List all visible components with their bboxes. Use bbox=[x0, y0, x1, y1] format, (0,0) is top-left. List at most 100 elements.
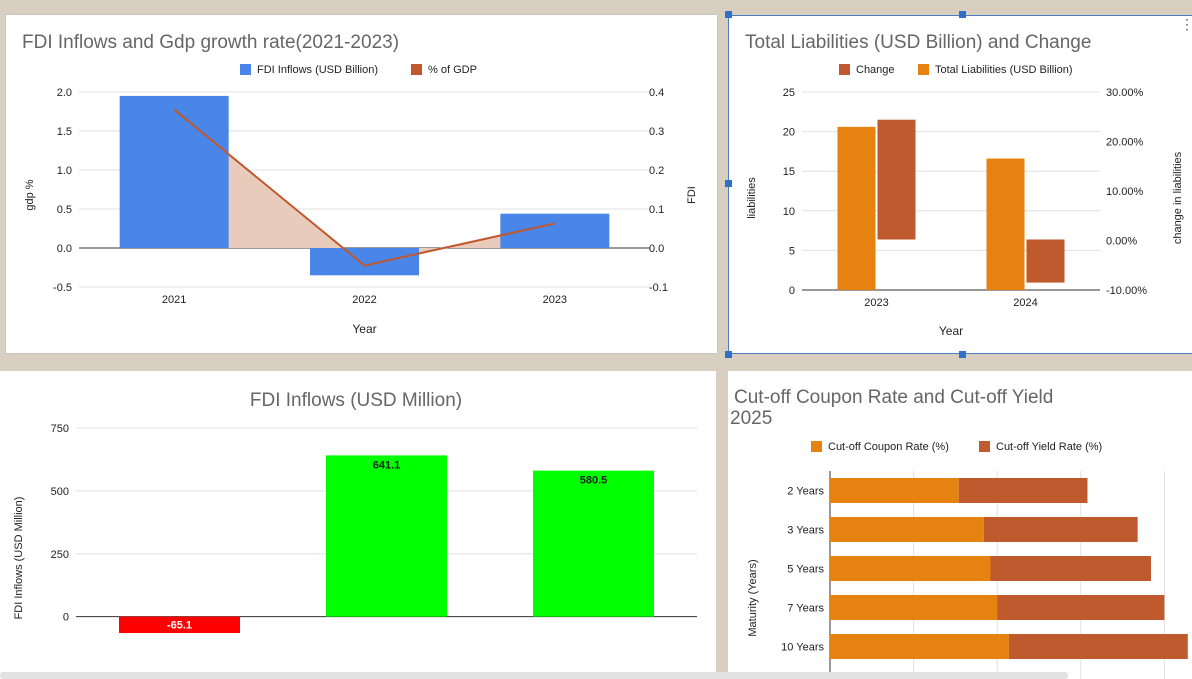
fdi-million-chart: FDI Inflows (USD Million) 750 500 250 0 -65.1… bbox=[13, 390, 697, 634]
y-tick-label: 15 bbox=[783, 166, 795, 178]
fdi-million-chart-panel[interactable]: FDI Inflows (USD Million) 750 500 250 0 -65.1… bbox=[0, 371, 716, 679]
y-tick-label: 2 Years bbox=[787, 486, 824, 498]
y-tick-label: 0.0 bbox=[57, 243, 72, 255]
resize-handle-top-left[interactable] bbox=[725, 11, 732, 18]
resize-handle-bottom-left[interactable] bbox=[725, 351, 732, 358]
y-tick-label: 0 bbox=[789, 285, 795, 297]
y-tick-label: 20 bbox=[783, 127, 795, 139]
x-axis-title: Year bbox=[352, 322, 376, 336]
legend-item-swatch bbox=[839, 64, 850, 75]
coupon-bar bbox=[830, 556, 991, 581]
y-tick-label: 0.5 bbox=[57, 204, 72, 216]
x-tick-label: 2024 bbox=[1013, 297, 1037, 309]
yield-bar bbox=[997, 595, 1165, 620]
yield-bar bbox=[958, 478, 1088, 503]
y2-tick-label: 10.00% bbox=[1106, 186, 1144, 198]
data-label: 641.1 bbox=[373, 459, 401, 471]
legend-item-swatch bbox=[979, 441, 990, 452]
coupon-bar bbox=[830, 517, 984, 542]
x-tick-label: 2021 bbox=[162, 294, 186, 306]
y-tick-label: 5 bbox=[789, 245, 795, 257]
legend-item: % of GDP bbox=[428, 64, 477, 76]
liabilities-bar bbox=[837, 126, 876, 291]
x-tick-label: 2022 bbox=[352, 294, 376, 306]
yield-bar bbox=[1008, 634, 1188, 659]
liabilities-bar bbox=[986, 158, 1025, 290]
legend-item: FDI Inflows (USD Billion) bbox=[257, 64, 378, 76]
y2-tick-label: 0.4 bbox=[649, 87, 664, 99]
gdp-area bbox=[174, 109, 555, 266]
chart-menu-icon[interactable]: ⋮ bbox=[1180, 17, 1192, 31]
liabilities-chart: Total Liabilities (USD Billion) and Chan… bbox=[745, 32, 1184, 338]
y-tick-label: -0.5 bbox=[53, 282, 72, 294]
y-axis-title: Maturity (Years) bbox=[747, 559, 759, 636]
y-tick-label: 3 Years bbox=[787, 525, 824, 537]
y2-tick-label: 30.00% bbox=[1106, 87, 1144, 99]
y2-tick-label: 0.3 bbox=[649, 126, 664, 138]
y-tick-label: 250 bbox=[51, 549, 69, 561]
y-tick-label: 0 bbox=[63, 612, 69, 624]
fdi-bar bbox=[310, 248, 419, 276]
liabilities-chart-panel[interactable]: Total Liabilities (USD Billion) and Chan… bbox=[728, 15, 1192, 354]
y2-tick-label: -0.1 bbox=[649, 282, 668, 294]
chart-title: Cut-off Coupon Rate and Cut-off Yield bbox=[734, 387, 1053, 408]
legend-item-swatch bbox=[240, 64, 251, 75]
chart-title: Total Liabilities (USD Billion) and Chan… bbox=[745, 32, 1091, 53]
coupon-bar bbox=[830, 478, 959, 503]
y2-axis-title: FDI bbox=[686, 186, 698, 204]
y-tick-label: 2.0 bbox=[57, 87, 72, 99]
y2-axis-title: change in liabilities bbox=[1172, 151, 1184, 244]
y2-tick-label: 20.00% bbox=[1106, 137, 1144, 149]
y-tick-label: 1.5 bbox=[57, 126, 72, 138]
fdi-bar bbox=[500, 213, 610, 248]
legend-item: Cut-off Yield Rate (%) bbox=[996, 441, 1102, 453]
yield-bar bbox=[983, 517, 1138, 542]
change-bar bbox=[877, 119, 916, 240]
x-tick-label: 2023 bbox=[864, 297, 888, 309]
coupon-yield-chart: Cut-off Coupon Rate and Cut-off Yield202… bbox=[730, 387, 1188, 679]
change-bar bbox=[1026, 239, 1065, 283]
fdi-gdp-chart-panel[interactable]: FDI Inflows and Gdp growth rate(2021-202… bbox=[5, 14, 718, 354]
legend-item-swatch bbox=[811, 441, 822, 452]
fdi-gdp-chart: FDI Inflows and Gdp growth rate(2021-202… bbox=[22, 32, 698, 336]
legend-item: Cut-off Coupon Rate (%) bbox=[828, 441, 949, 453]
resize-handle-bottom[interactable] bbox=[959, 351, 966, 358]
y-tick-label: 5 Years bbox=[787, 564, 824, 576]
legend-item-swatch bbox=[918, 64, 929, 75]
y2-tick-label: 0.0 bbox=[649, 243, 664, 255]
y-tick-label: 1.0 bbox=[57, 165, 72, 177]
x-axis-title: Year bbox=[939, 324, 963, 338]
resize-handle-top[interactable] bbox=[959, 11, 966, 18]
coupon-bar bbox=[830, 595, 998, 620]
resize-handle-left[interactable] bbox=[725, 180, 732, 187]
fdi-bar bbox=[119, 95, 229, 249]
y-tick-label: 7 Years bbox=[787, 603, 824, 615]
chart-title: FDI Inflows (USD Million) bbox=[250, 390, 462, 411]
data-label: -65.1 bbox=[167, 620, 192, 632]
y-axis-title: FDI Inflows (USD Million) bbox=[13, 497, 25, 620]
yield-bar bbox=[990, 556, 1152, 581]
y2-tick-label: 0.2 bbox=[649, 165, 664, 177]
coupon-yield-chart-panel[interactable]: Cut-off Coupon Rate and Cut-off Yield 202… bbox=[728, 371, 1192, 679]
y2-tick-label: 0.1 bbox=[649, 204, 664, 216]
y-tick-label: 10 Years bbox=[781, 642, 824, 654]
legend-item-swatch bbox=[411, 64, 422, 75]
y-axis-title: gdp % bbox=[24, 179, 36, 210]
fdi-million-bar bbox=[533, 470, 654, 617]
data-label: 580.5 bbox=[580, 475, 608, 487]
chart-title: FDI Inflows and Gdp growth rate(2021-202… bbox=[22, 32, 399, 53]
y2-tick-label: 0.00% bbox=[1106, 236, 1137, 248]
y-tick-label: 750 bbox=[51, 423, 69, 435]
coupon-bar bbox=[830, 634, 1009, 659]
y-tick-label: 500 bbox=[51, 486, 69, 498]
x-tick-label: 2023 bbox=[543, 294, 567, 306]
y-axis-title: liabilities bbox=[746, 177, 758, 219]
fdi-million-bar bbox=[326, 455, 447, 617]
legend-item: Total Liabilities (USD Billion) bbox=[935, 64, 1073, 76]
y-tick-label: 25 bbox=[783, 87, 795, 99]
y2-tick-label: -10.00% bbox=[1106, 285, 1147, 297]
horizontal-scrollbar[interactable] bbox=[0, 672, 1068, 679]
y-tick-label: 10 bbox=[783, 206, 795, 218]
legend-item: Change bbox=[856, 64, 895, 76]
chart-title-line-2: 2025 bbox=[730, 408, 772, 429]
